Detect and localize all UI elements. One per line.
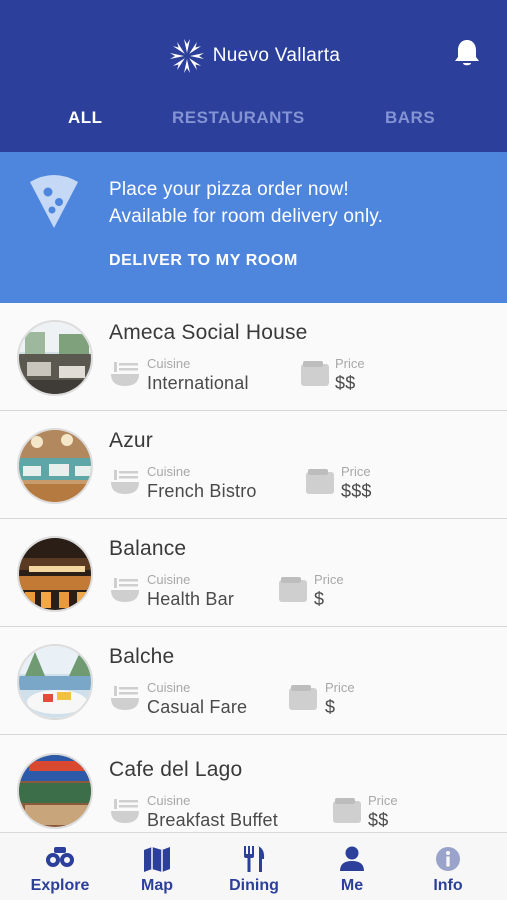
nav-explore[interactable]: Explore <box>15 833 105 900</box>
price-label: Price <box>335 356 365 371</box>
restaurant-photo <box>17 753 93 829</box>
cuisine-value: Breakfast Buffet <box>147 810 278 830</box>
list-item[interactable]: Ameca Social House Cuisine International… <box>0 303 507 411</box>
cuisine-label: Cuisine <box>147 572 191 587</box>
deliver-to-my-room-button[interactable]: DELIVER TO MY ROOM <box>109 252 298 270</box>
nav-dining[interactable]: Dining <box>209 833 299 900</box>
tab-bars[interactable]: BARS <box>385 108 435 128</box>
app-title: Nuevo Vallarta <box>212 45 341 66</box>
cuisine-label: Cuisine <box>147 793 191 808</box>
brand: Nuevo Vallarta <box>0 36 507 76</box>
binoculars-icon <box>46 847 74 867</box>
nav-map[interactable]: Map <box>112 833 202 900</box>
restaurant-photo <box>17 428 93 504</box>
price-label: Price <box>341 464 371 479</box>
restaurant-list: Ameca Social House Cuisine International… <box>0 303 507 855</box>
bell-icon[interactable] <box>453 38 481 68</box>
category-tabs: ALL RESTAURANTS BARS <box>0 100 507 140</box>
nav-label: Me <box>340 877 364 894</box>
restaurant-name: Azur <box>109 429 153 452</box>
list-item[interactable]: Balance Cuisine Health Bar Price $ <box>0 519 507 627</box>
nav-label: Dining <box>229 877 279 894</box>
cuisine-label: Cuisine <box>147 680 191 695</box>
wallet-icon <box>289 685 317 710</box>
cuisine-label: Cuisine <box>147 464 191 479</box>
cuisine-bowl-icon <box>111 470 139 494</box>
app-header: Nuevo Vallarta ALL RESTAURANTS BARS <box>0 0 507 152</box>
price-value: $$ <box>368 810 389 830</box>
cuisine-value: International <box>147 373 249 393</box>
person-icon <box>340 846 364 871</box>
tab-all[interactable]: ALL <box>68 108 103 128</box>
restaurant-name: Ameca Social House <box>109 321 308 344</box>
price-value: $$$ <box>341 481 372 501</box>
cuisine-bowl-icon <box>111 362 139 386</box>
fork-knife-icon <box>244 846 265 872</box>
cuisine-bowl-icon <box>111 686 139 710</box>
nav-me[interactable]: Me <box>307 833 397 900</box>
wallet-icon <box>301 361 329 386</box>
resort-logo-icon <box>169 39 204 73</box>
restaurant-photo <box>17 320 93 396</box>
cuisine-value: Health Bar <box>147 589 235 609</box>
list-item[interactable]: Balche Cuisine Casual Fare Price $ <box>0 627 507 735</box>
nav-label: Info <box>433 877 463 894</box>
nav-info[interactable]: Info <box>403 833 493 900</box>
nav-label: Explore <box>30 877 90 894</box>
restaurant-name: Cafe del Lago <box>109 758 243 781</box>
wallet-icon <box>333 798 361 823</box>
nav-label: Map <box>141 877 173 894</box>
cuisine-bowl-icon <box>111 799 139 823</box>
pizza-slice-icon <box>30 175 78 228</box>
map-icon <box>144 847 170 872</box>
cuisine-label: Cuisine <box>147 356 191 371</box>
restaurant-photo <box>17 644 93 720</box>
cuisine-bowl-icon <box>111 578 139 602</box>
bottom-tab-bar: Explore Map Dining Me Info <box>0 832 507 900</box>
promo-line-1: Place your pizza order now! <box>109 179 349 200</box>
wallet-icon <box>279 577 307 602</box>
price-value: $ <box>314 589 325 609</box>
price-value: $ <box>325 697 336 717</box>
price-label: Price <box>314 572 344 587</box>
price-value: $$ <box>335 373 356 393</box>
cuisine-value: Casual Fare <box>147 697 248 717</box>
restaurant-name: Balche <box>109 645 175 668</box>
restaurant-name: Balance <box>109 537 187 560</box>
pizza-promo-banner: Place your pizza order now! Available fo… <box>0 152 507 303</box>
tab-restaurants[interactable]: RESTAURANTS <box>172 108 305 128</box>
promo-message: Place your pizza order now! Available fo… <box>109 176 383 230</box>
price-label: Price <box>368 793 398 808</box>
price-label: Price <box>325 680 355 695</box>
promo-line-2: Available for room delivery only. <box>109 206 384 227</box>
list-item[interactable]: Azur Cuisine French Bistro Price $$$ <box>0 411 507 519</box>
restaurant-photo <box>17 536 93 612</box>
cuisine-value: French Bistro <box>147 481 257 501</box>
info-icon <box>436 847 460 871</box>
wallet-icon <box>306 469 334 494</box>
